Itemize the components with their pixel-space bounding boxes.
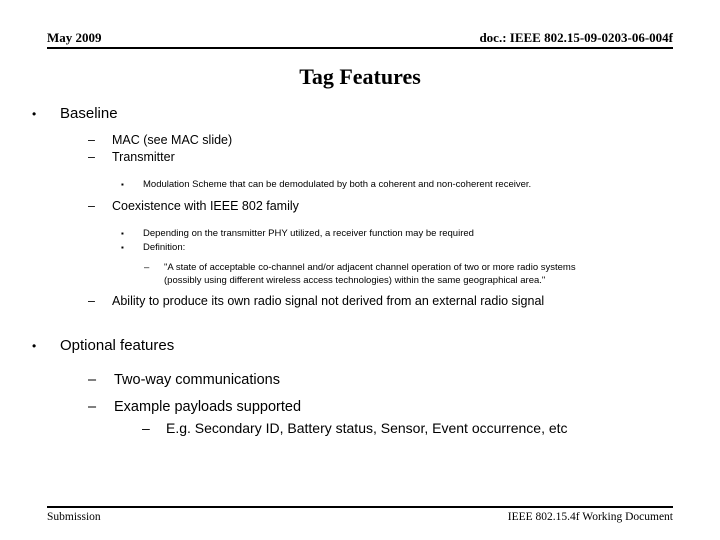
definition-quote-line2: (possibly using different wireless acces… bbox=[164, 275, 546, 286]
bullet-optional-features: • Optional features bbox=[32, 336, 696, 356]
bullet-square-icon: ▪ bbox=[121, 180, 124, 189]
slide: May 2009 doc.: IEEE 802.15-09-0203-06-00… bbox=[0, 0, 720, 540]
footer-working-document: IEEE 802.15.4f Working Document bbox=[507, 511, 673, 523]
slide-footer: Submission IEEE 802.15.4f Working Docume… bbox=[47, 506, 673, 524]
bullet-modulation-label: Modulation Scheme that can be demodulate… bbox=[143, 179, 532, 190]
bullet-coexistence-label: Coexistence with IEEE 802 family bbox=[112, 199, 299, 213]
bullet-two-way: – Two-way communications bbox=[88, 370, 696, 391]
bullet-dot-icon: • bbox=[32, 339, 37, 353]
header-date: May 2009 bbox=[47, 30, 102, 45]
bullet-square-icon: ▪ bbox=[121, 243, 124, 252]
bullet-dot-icon: • bbox=[32, 107, 37, 121]
bullet-transmitter-label: Transmitter bbox=[112, 150, 175, 164]
bullet-dash-icon: – bbox=[88, 150, 95, 164]
bullet-dash-icon: – bbox=[142, 420, 150, 436]
bullet-definition: ▪ Definition: bbox=[121, 241, 696, 255]
bullet-eg-payloads-label: E.g. Secondary ID, Battery status, Senso… bbox=[166, 420, 568, 436]
header-doc-id: doc.: IEEE 802.15-09-0203-06-004f bbox=[479, 30, 673, 45]
bullet-dash-icon: – bbox=[88, 199, 95, 213]
bullet-depending: ▪ Depending on the transmitter PHY utili… bbox=[121, 227, 696, 241]
definition-quote-line1: "A state of acceptable co-channel and/or… bbox=[164, 262, 576, 273]
bullet-transmitter: – Transmitter bbox=[88, 149, 696, 166]
slide-body: • Baseline – MAC (see MAC slide) – Trans… bbox=[24, 104, 696, 438]
bullet-dash-icon: – bbox=[88, 294, 95, 308]
bullet-mac-label: MAC (see MAC slide) bbox=[112, 133, 233, 147]
footer-submission: Submission bbox=[47, 511, 101, 523]
page-title: Tag Features bbox=[299, 64, 421, 89]
bullet-square-icon: ▪ bbox=[121, 229, 124, 238]
bullet-optional-features-label: Optional features bbox=[60, 337, 175, 354]
bullet-definition-quote-line1: – "A state of acceptable co-channel and/… bbox=[144, 261, 696, 274]
bullet-dash-icon: – bbox=[144, 262, 150, 273]
bullet-coexistence: – Coexistence with IEEE 802 family bbox=[88, 198, 696, 215]
bullet-baseline: • Baseline bbox=[32, 104, 696, 124]
bullet-depending-label: Depending on the transmitter PHY utilize… bbox=[143, 228, 474, 239]
bullet-definition-quote-line2: (possibly using different wireless acces… bbox=[144, 274, 696, 287]
bullet-dash-icon: – bbox=[88, 372, 97, 388]
bullet-definition-label: Definition: bbox=[143, 242, 186, 253]
bullet-eg-payloads: – E.g. Secondary ID, Battery status, Sen… bbox=[142, 418, 696, 438]
bullet-dash-icon: – bbox=[88, 399, 97, 415]
bullet-example-payloads-label: Example payloads supported bbox=[114, 399, 302, 415]
bullet-example-payloads: – Example payloads supported bbox=[88, 397, 696, 418]
bullet-dash-icon: – bbox=[88, 133, 95, 147]
bullet-ability-label: Ability to produce its own radio signal … bbox=[112, 294, 545, 308]
bullet-modulation: ▪ Modulation Scheme that can be demodula… bbox=[121, 178, 696, 192]
bullet-baseline-label: Baseline bbox=[60, 105, 118, 122]
slide-header: May 2009 doc.: IEEE 802.15-09-0203-06-00… bbox=[47, 30, 673, 49]
bullet-two-way-label: Two-way communications bbox=[114, 372, 280, 388]
bullet-ability: – Ability to produce its own radio signa… bbox=[88, 293, 696, 310]
bullet-mac: – MAC (see MAC slide) bbox=[88, 132, 696, 149]
